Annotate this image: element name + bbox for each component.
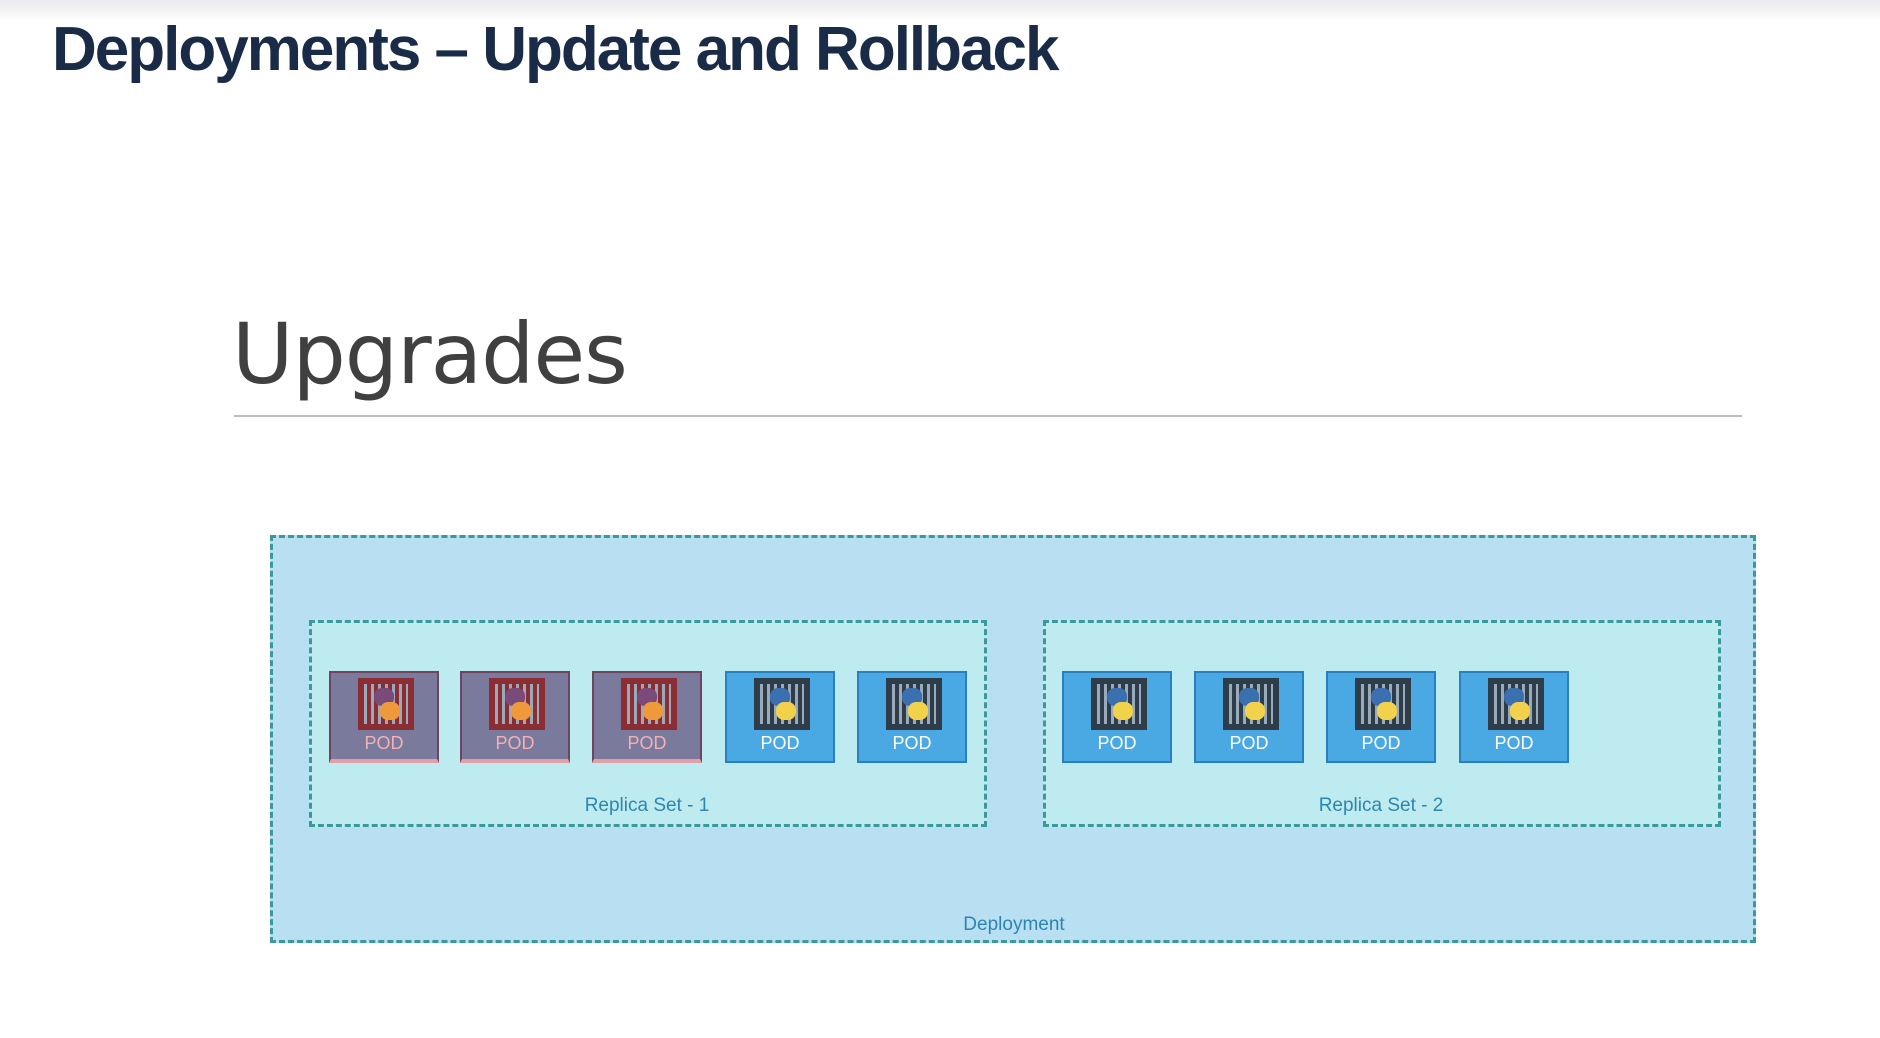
pod-label: POD — [627, 733, 667, 753]
deployment-label: Deployment — [963, 914, 1065, 935]
slide-subtitle: Upgrades — [232, 305, 628, 403]
replica-set-2-label: Replica Set - 2 — [1318, 795, 1444, 816]
replica-set-1-label: Replica Set - 1 — [584, 795, 710, 816]
python-container-icon — [358, 678, 414, 730]
pod-label: POD — [1361, 733, 1401, 753]
python-container-icon — [1223, 678, 1279, 730]
pod-old: POD — [592, 671, 702, 763]
pod-new: POD — [1459, 671, 1569, 763]
pod-label: POD — [495, 733, 535, 753]
pod-old: POD — [329, 671, 439, 763]
pod-new: POD — [1062, 671, 1172, 763]
pod-new: POD — [1326, 671, 1436, 763]
python-container-icon — [1355, 678, 1411, 730]
divider — [234, 415, 1742, 417]
page-title: Deployments – Update and Rollback — [52, 15, 1059, 84]
pod-label: POD — [1229, 733, 1269, 753]
python-container-icon — [754, 678, 810, 730]
pod-new: POD — [857, 671, 967, 763]
pod-label: POD — [1097, 733, 1137, 753]
pod-new: POD — [725, 671, 835, 763]
python-container-icon — [886, 678, 942, 730]
pod-label: POD — [1494, 733, 1534, 753]
python-container-icon — [1488, 678, 1544, 730]
pod-new: POD — [1194, 671, 1304, 763]
pod-label: POD — [892, 733, 932, 753]
pod-label: POD — [760, 733, 800, 753]
python-container-icon — [621, 678, 677, 730]
python-container-icon — [489, 678, 545, 730]
python-container-icon — [1091, 678, 1147, 730]
pod-old: POD — [460, 671, 570, 763]
pod-label: POD — [364, 733, 404, 753]
